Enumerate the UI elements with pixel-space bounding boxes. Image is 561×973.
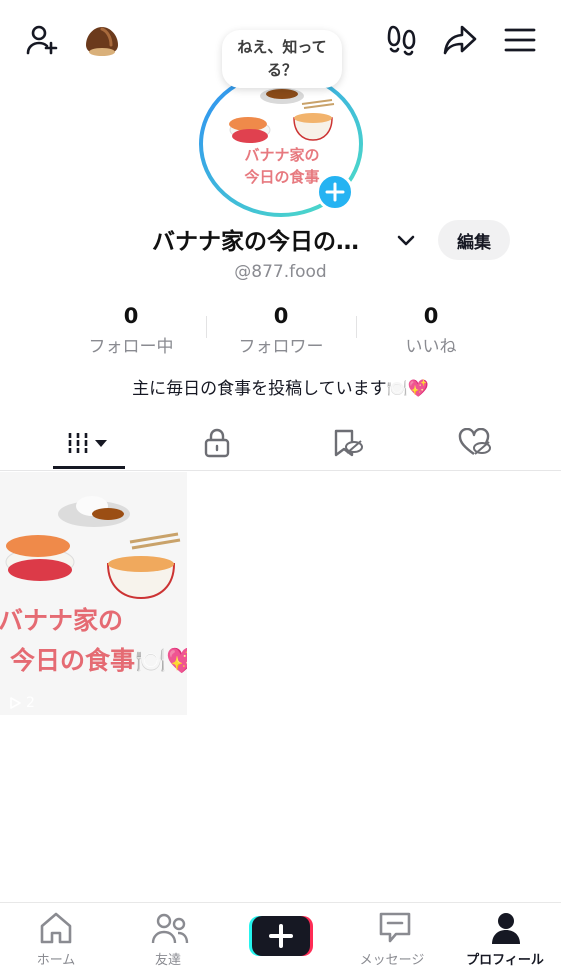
user-handle: @877.food [234, 262, 327, 282]
chevron-down-icon [397, 235, 415, 246]
followers-stat[interactable]: 0 フォロワー [206, 302, 356, 357]
following-stat[interactable]: 0 フォロー中 [56, 302, 206, 357]
hamburger-menu-icon [504, 28, 536, 52]
home-icon [40, 912, 72, 944]
thumbnail-text-line2: 今日の食事🍽️💖 [10, 646, 187, 675]
friends-icon [151, 913, 189, 944]
chestnut-icon [86, 27, 118, 56]
nav-messages-label: メッセージ [359, 953, 425, 968]
footprints-icon [387, 25, 416, 56]
share-arrow-icon [443, 25, 477, 55]
followers-count: 0 [273, 304, 289, 328]
nav-messages[interactable]: メッセージ [336, 903, 448, 973]
create-button[interactable] [249, 916, 313, 956]
nav-home-label: ホーム [36, 953, 76, 968]
video-thumbnail[interactable]: バナナ家の 今日の食事🍽️💖 2 [0, 472, 187, 715]
add-friend-button[interactable] [22, 20, 62, 60]
edit-profile-button[interactable]: 編集 [438, 220, 510, 260]
menu-button[interactable] [500, 22, 540, 58]
thumbnail-text-line1: バナナ家の [0, 606, 124, 635]
likes-label: いいね [405, 337, 457, 357]
followers-label: フォロワー [238, 337, 324, 357]
add-story-button[interactable] [316, 173, 354, 211]
content-tabs [0, 416, 561, 471]
nav-friends[interactable]: 友達 [112, 903, 224, 973]
display-name[interactable]: バナナ家の今日の… [152, 222, 359, 256]
share-button[interactable] [440, 20, 480, 60]
following-count: 0 [123, 304, 139, 328]
bio-text: 主に毎日の食事を投稿しています🍽️💖 [132, 379, 429, 399]
nav-profile[interactable]: プロフィール [449, 903, 561, 973]
note-bubble[interactable]: ねえ、知って る？ [222, 30, 342, 88]
tab-saved[interactable] [278, 416, 418, 470]
likes-count: 0 [423, 304, 439, 328]
hidden-heart-icon [458, 428, 491, 455]
likes-stat[interactable]: 0 いいね [356, 302, 506, 357]
nav-profile-label: プロフィール [466, 953, 544, 968]
hidden-bookmark-icon [334, 429, 363, 457]
active-tab-indicator [53, 466, 125, 469]
play-icon [10, 697, 21, 709]
tab-private[interactable] [147, 416, 287, 470]
food-illustration-icon [5, 496, 181, 600]
chestnut-button[interactable] [82, 22, 122, 60]
plus-icon [249, 916, 313, 956]
nav-home[interactable]: ホーム [0, 903, 112, 973]
view-count-text: 2 [26, 695, 35, 711]
profile-views-button[interactable] [382, 20, 422, 60]
grid-icon [67, 433, 107, 453]
profile-icon [492, 913, 520, 944]
tab-videos[interactable] [19, 416, 159, 470]
lock-icon [204, 428, 230, 458]
following-label: フォロー中 [88, 337, 174, 357]
view-count: 2 [8, 695, 35, 711]
person-plus-icon [26, 25, 58, 55]
display-name-text: バナナ家の今日の… [152, 229, 359, 255]
plus-icon [325, 182, 345, 202]
account-switch-button[interactable] [393, 228, 419, 254]
nav-friends-label: 友達 [154, 953, 181, 968]
tab-liked[interactable] [405, 416, 545, 470]
message-icon [379, 912, 411, 943]
